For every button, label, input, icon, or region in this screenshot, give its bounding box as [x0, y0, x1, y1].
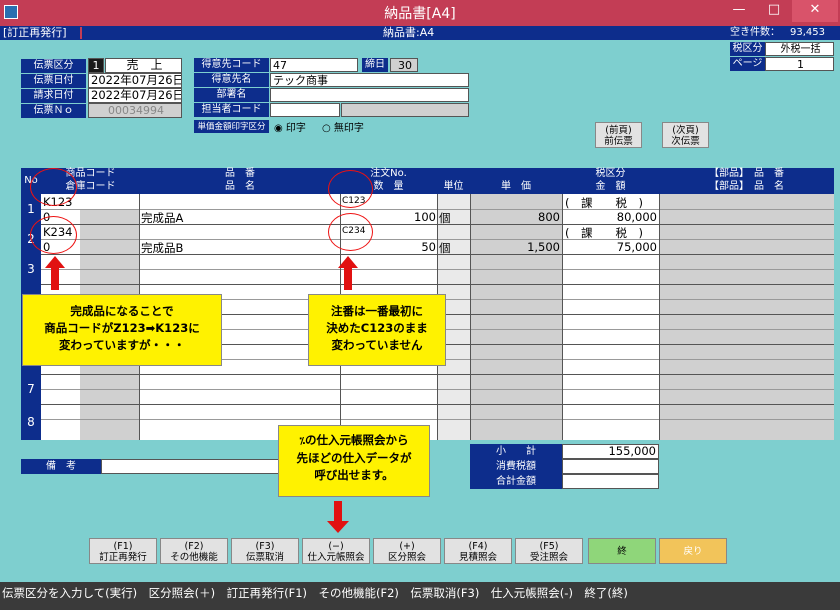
row-number: 7: [21, 374, 41, 404]
back-button[interactable]: 戻り: [659, 538, 727, 564]
grid-price-header: 単 価: [470, 168, 562, 194]
page-label: ページ: [730, 57, 765, 71]
tax-amount-label: 消費税額: [470, 459, 562, 474]
denpyo-date-input[interactable]: 2022年07月26日: [88, 73, 182, 88]
denpyo-kubun-value: 売 上: [105, 58, 182, 73]
denpyo-date-label: 伝票日付: [21, 74, 86, 88]
shime-value: 30: [390, 58, 418, 72]
staff-code-input[interactable]: [270, 103, 340, 117]
tax-kubun-cell: ( 課 税 ): [565, 226, 643, 240]
total-amount-label: 合計金額: [470, 474, 562, 489]
amount-cell: 75,000: [616, 240, 657, 254]
window-title: 納品書[A4]: [384, 6, 456, 22]
dept-input[interactable]: [270, 88, 469, 102]
grid-hinmei-header: 品 名: [140, 181, 340, 194]
grid-hinban-header: 品 番: [140, 168, 340, 181]
customer-name-label: 得意先名: [194, 73, 269, 87]
total-amount-value: [562, 474, 659, 489]
unit-cell[interactable]: 個: [439, 210, 451, 226]
highlight-circle: [328, 213, 373, 251]
price-cell[interactable]: 800: [471, 210, 560, 224]
product-name-cell[interactable]: 完成品B: [141, 240, 183, 256]
tax-kubun-cell: ( 課 税 ): [565, 196, 643, 210]
up-arrow-icon: [338, 256, 358, 290]
customer-code-label: 得意先コード: [194, 58, 269, 72]
shime-label: 締日: [362, 58, 388, 72]
f1-reissue-button[interactable]: (F1) 訂正再発行: [89, 538, 157, 564]
denpyo-kubun-code[interactable]: 1: [88, 58, 104, 73]
f4-estimate-button[interactable]: (F4) 見積照会: [444, 538, 512, 564]
kubun-inquiry-button[interactable]: (+) 区分照会: [373, 538, 441, 564]
minimize-button[interactable]: —: [722, 0, 756, 22]
print-radio[interactable]: ◉ 印字: [274, 119, 306, 134]
radio-checked-icon: ◉: [274, 123, 286, 134]
subtotal-value: 155,000: [562, 444, 659, 459]
radio-unchecked-icon: ○: [322, 123, 334, 134]
form-label: 納品書:A4: [383, 26, 435, 39]
tax-kubun-label: 税区分: [730, 42, 765, 56]
seikyu-date-input[interactable]: 2022年07月26日: [88, 88, 182, 103]
tax-amount-value: [562, 459, 659, 474]
callout-product-code: 完成品になることで 商品コードがZ123➡K123に 変わっていますが・・・: [22, 294, 222, 366]
grid-amount-header: 金 額: [562, 181, 659, 194]
denpyo-no-label: 伝票Ｎｏ: [21, 104, 86, 118]
highlight-circle: [30, 168, 77, 206]
denpyo-kubun-label: 伝票区分: [21, 59, 86, 73]
info-bar: [訂正再発行] 納品書:A4 空き件数： 93,453: [0, 26, 840, 40]
row-number: 3: [21, 254, 41, 284]
highlight-circle: [30, 216, 77, 254]
customer-name-input[interactable]: テック商事: [270, 73, 469, 87]
subtotal-label: 小 計: [470, 444, 562, 459]
unit-cell[interactable]: 個: [439, 240, 451, 256]
title-bar: 納品書[A4] — □ ✕: [0, 0, 840, 26]
status-bar: 伝票区分を入力して(実行) 区分照会(＋) 訂正再発行(F1) その他機能(F2…: [0, 582, 840, 610]
denpyo-no-value: 00034994: [88, 103, 182, 118]
next-denpyo-button[interactable]: (次頁) 次伝票: [662, 122, 709, 148]
amount-cell: 80,000: [616, 210, 657, 224]
noprint-radio[interactable]: ○ 無印字: [322, 119, 364, 134]
staff-name-value: [341, 103, 469, 117]
end-button[interactable]: 終: [588, 538, 656, 564]
remarks-label: 備 考: [21, 459, 101, 474]
grid-part-hinban-header: 【部品】 品 番: [659, 168, 834, 181]
callout-ledger: ⁒の仕入元帳照会から 先ほどの仕入データが 呼び出せます。: [278, 425, 430, 497]
grid-tax-header: 税区分: [562, 168, 659, 181]
grid-part-hinmei-header: 【部品】 品 名: [659, 181, 834, 194]
price-print-label: 単価金額印字区分: [194, 120, 269, 133]
customer-code-input[interactable]: 47: [270, 58, 358, 72]
grid-unit-header: 単位: [437, 168, 470, 194]
close-button[interactable]: ✕: [792, 0, 838, 22]
mode-label: [訂正再発行]: [3, 26, 67, 39]
remarks-input[interactable]: [101, 459, 281, 474]
tax-kubun-value: 外税一括: [765, 42, 834, 56]
ledger-inquiry-button[interactable]: (−) 仕入元帳照会: [302, 538, 370, 564]
up-arrow-icon: [45, 256, 65, 290]
empty-count-label: 空き件数：: [730, 27, 780, 38]
seikyu-date-label: 請求日付: [21, 89, 86, 103]
row-number: 8: [21, 404, 41, 440]
empty-count-value: 93,453: [790, 27, 825, 38]
staff-code-label: 担当者コード: [194, 103, 269, 117]
prev-denpyo-button[interactable]: (前頁) 前伝票: [595, 122, 642, 148]
page-value: 1: [765, 57, 834, 71]
dept-label: 部署名: [194, 88, 269, 102]
down-arrow-icon: [327, 501, 349, 533]
product-name-cell[interactable]: 完成品A: [141, 210, 183, 226]
maximize-button[interactable]: □: [757, 0, 791, 22]
price-cell[interactable]: 1,500: [471, 240, 560, 254]
f2-other-button[interactable]: (F2) その他機能: [160, 538, 228, 564]
highlight-circle: [328, 170, 373, 208]
f3-cancel-button[interactable]: (F3) 伝票取消: [231, 538, 299, 564]
f5-order-button[interactable]: (F5) 受注照会: [515, 538, 583, 564]
callout-order-no: 注番は一番最初に 決めたC123のまま 変わっていません: [308, 294, 446, 366]
